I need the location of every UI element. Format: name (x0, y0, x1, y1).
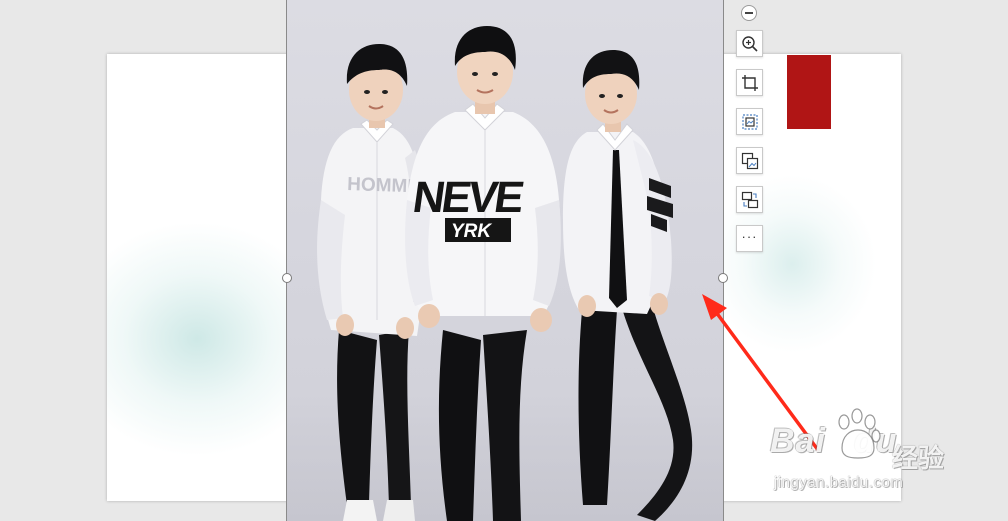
paw-logo-icon (838, 408, 881, 459)
watermark-url: jingyan.baidu.com (774, 474, 904, 491)
watermark-jingyan-text: 经验 (892, 443, 945, 473)
editor-canvas: HOMME NEVE YRK ··· Bai 经验 jingyan.baidu.… (0, 0, 1008, 521)
arrow-head (702, 294, 727, 320)
baidu-jingyan-watermark: Baidu 经验 jingyan.baidu.com (770, 408, 1002, 500)
